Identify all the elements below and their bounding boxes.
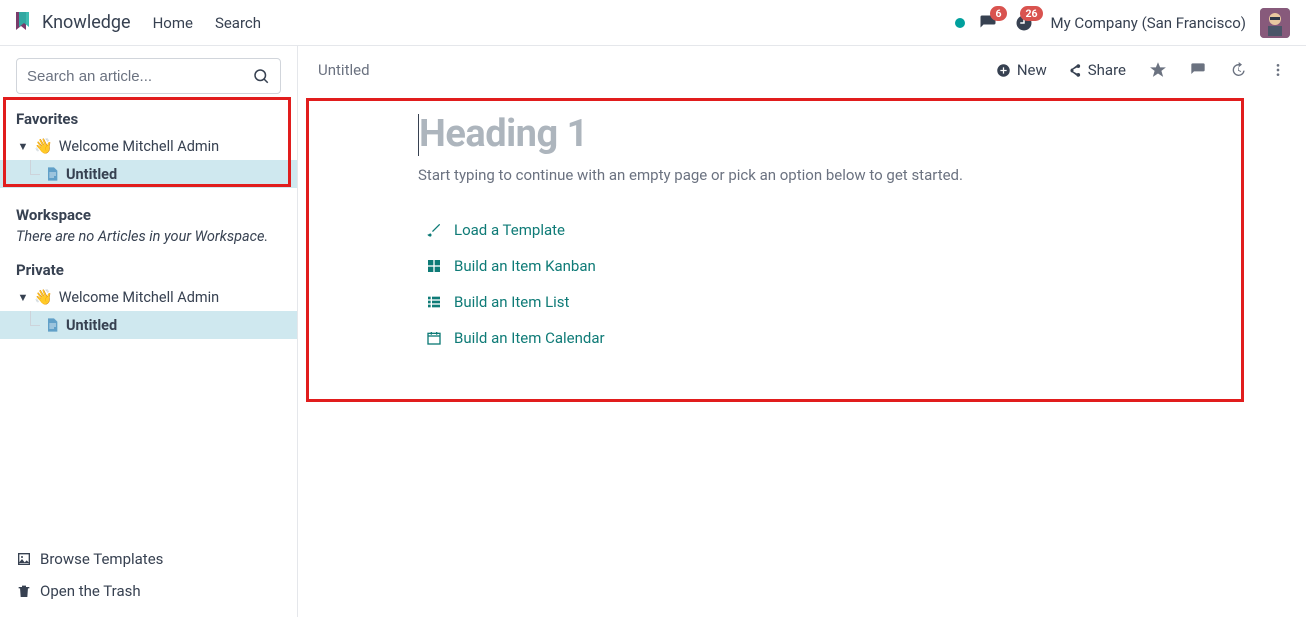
tree-item-label: Welcome Mitchell Admin bbox=[59, 289, 219, 306]
tree-connector-icon bbox=[24, 160, 42, 188]
search-icon bbox=[252, 67, 270, 85]
sidebar: Favorites ▼ 👋 Welcome Mitchell Admin Unt… bbox=[0, 46, 298, 617]
top-navbar: Knowledge Home Search 6 26 My Company (S… bbox=[0, 0, 1306, 46]
build-list-option[interactable]: Build an Item List bbox=[426, 284, 1238, 320]
share-button-label: Share bbox=[1088, 61, 1126, 79]
search-articles[interactable] bbox=[16, 58, 281, 94]
workspace-section-title: Workspace bbox=[0, 200, 297, 228]
image-icon bbox=[16, 551, 32, 567]
kebab-icon bbox=[1270, 62, 1286, 78]
messages-button[interactable]: 6 bbox=[979, 14, 997, 32]
tree-connector-icon bbox=[24, 311, 42, 339]
load-template-option[interactable]: Load a Template bbox=[426, 212, 1238, 248]
content-header: Untitled New Share bbox=[298, 46, 1306, 94]
comments-button[interactable] bbox=[1190, 62, 1206, 78]
user-avatar[interactable] bbox=[1260, 8, 1290, 38]
starter-options: Load a Template Build an Item Kanban Bui… bbox=[426, 212, 1238, 356]
heading-placeholder[interactable]: Heading 1 bbox=[418, 114, 1238, 156]
option-label: Build an Item Calendar bbox=[454, 329, 605, 347]
more-menu-button[interactable] bbox=[1270, 62, 1286, 78]
open-trash-button[interactable]: Open the Trash bbox=[16, 575, 281, 607]
app-name[interactable]: Knowledge bbox=[42, 12, 131, 33]
sub-placeholder: Start typing to continue with an empty p… bbox=[418, 166, 1238, 184]
favorites-section-title: Favorites bbox=[0, 104, 297, 132]
open-trash-label: Open the Trash bbox=[40, 582, 141, 600]
tree-item-label: Untitled bbox=[66, 166, 117, 183]
caret-down-icon[interactable]: ▼ bbox=[16, 291, 30, 304]
tree-item-label: Welcome Mitchell Admin bbox=[59, 138, 219, 155]
history-button[interactable] bbox=[1230, 62, 1246, 78]
nav-search[interactable]: Search bbox=[215, 14, 261, 32]
browse-templates-button[interactable]: Browse Templates bbox=[16, 543, 281, 575]
activities-badge: 26 bbox=[1020, 6, 1042, 21]
option-label: Build an Item Kanban bbox=[454, 257, 596, 275]
brush-icon bbox=[426, 222, 442, 238]
calendar-icon bbox=[426, 330, 442, 346]
messages-badge: 6 bbox=[990, 6, 1006, 21]
favorites-child-untitled[interactable]: Untitled bbox=[0, 160, 297, 188]
list-icon bbox=[426, 294, 442, 310]
breadcrumb[interactable]: Untitled bbox=[318, 61, 370, 79]
share-button[interactable]: Share bbox=[1067, 61, 1126, 79]
private-root-item[interactable]: ▼ 👋 Welcome Mitchell Admin bbox=[0, 283, 297, 311]
favorite-toggle[interactable] bbox=[1150, 62, 1166, 78]
content-area: Untitled New Share bbox=[298, 46, 1306, 617]
favorites-root-item[interactable]: ▼ 👋 Welcome Mitchell Admin bbox=[0, 132, 297, 160]
plus-circle-icon bbox=[996, 63, 1011, 78]
new-button-label: New bbox=[1017, 61, 1047, 79]
option-label: Build an Item List bbox=[454, 293, 569, 311]
app-logo-icon[interactable] bbox=[8, 12, 36, 34]
new-button[interactable]: New bbox=[996, 61, 1047, 79]
kanban-icon bbox=[426, 258, 442, 274]
presence-status-icon[interactable] bbox=[955, 18, 965, 28]
share-icon bbox=[1067, 63, 1082, 78]
private-section-title: Private bbox=[0, 255, 297, 283]
article-editor[interactable]: Heading 1 Start typing to continue with … bbox=[418, 114, 1238, 356]
document-icon bbox=[44, 317, 60, 333]
build-kanban-option[interactable]: Build an Item Kanban bbox=[426, 248, 1238, 284]
trash-icon bbox=[16, 583, 32, 599]
tree-item-label: Untitled bbox=[66, 317, 117, 334]
build-calendar-option[interactable]: Build an Item Calendar bbox=[426, 320, 1238, 356]
search-input[interactable] bbox=[27, 68, 252, 85]
private-child-untitled[interactable]: Untitled bbox=[0, 311, 297, 339]
workspace-empty-text: There are no Articles in your Workspace. bbox=[0, 228, 297, 255]
history-icon bbox=[1230, 62, 1246, 78]
activities-button[interactable]: 26 bbox=[1015, 14, 1033, 32]
chat-icon bbox=[1190, 62, 1206, 78]
browse-templates-label: Browse Templates bbox=[40, 550, 163, 568]
wave-emoji-icon: 👋 bbox=[34, 137, 53, 155]
nav-home[interactable]: Home bbox=[153, 14, 193, 32]
document-icon bbox=[44, 166, 60, 182]
star-icon bbox=[1150, 62, 1166, 78]
caret-down-icon[interactable]: ▼ bbox=[16, 140, 30, 153]
company-switcher[interactable]: My Company (San Francisco) bbox=[1051, 14, 1246, 32]
wave-emoji-icon: 👋 bbox=[34, 288, 53, 306]
option-label: Load a Template bbox=[454, 221, 565, 239]
